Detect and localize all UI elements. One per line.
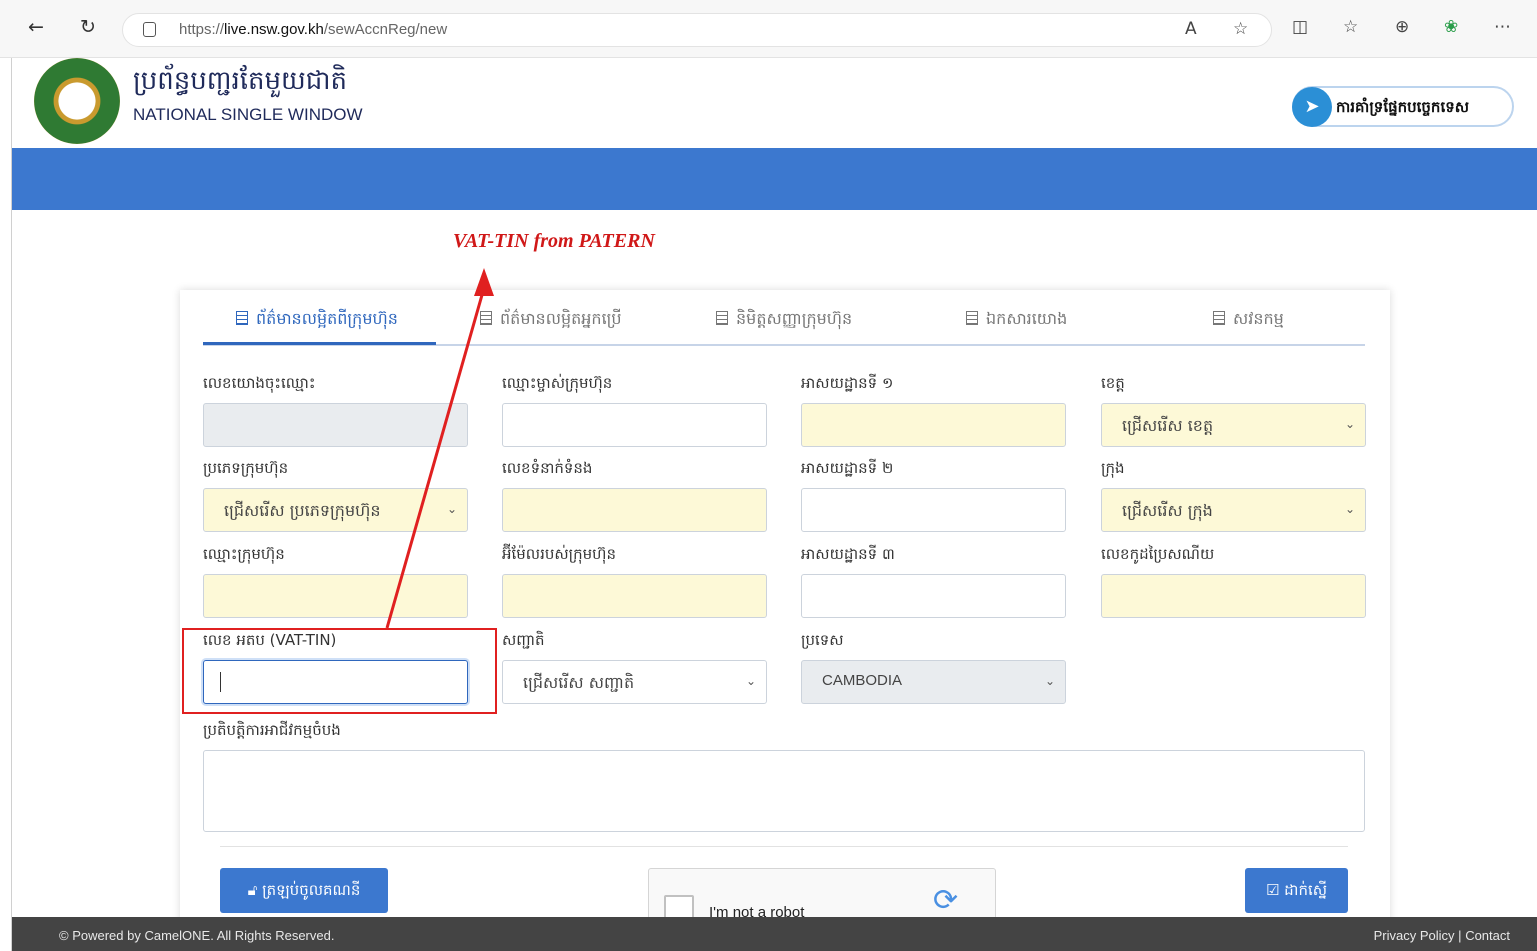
tab-reference-documents[interactable]: ឯកសារយោង [966, 308, 1067, 332]
form-icon [1213, 311, 1225, 325]
address3-input[interactable] [801, 574, 1066, 618]
refresh-icon[interactable]: ↻ [80, 16, 96, 38]
nationality-select-value: ជ្រើសរើស សញ្ជាតិ [523, 673, 635, 692]
province-label: ខេត្ត [1101, 374, 1125, 392]
back-icon[interactable]: ← [28, 16, 44, 38]
chevron-down-icon: ⌄ [1344, 502, 1355, 516]
province-select[interactable]: ជ្រើសរើស ខេត្ត ⌄ [1101, 403, 1366, 447]
brand-title-kh: ប្រព័ន្ធបញ្ជរតែមួយជាតិ [133, 66, 348, 96]
contact-number-label: លេខទំនាក់ទំនង [502, 459, 593, 477]
site-footer: © Powered by CamelONE. All Rights Reserv… [12, 917, 1537, 951]
contact-number-input[interactable] [502, 488, 767, 532]
tab-audit[interactable]: សវនកម្ម [1213, 308, 1284, 332]
lock-icon [143, 22, 156, 37]
favorite-star-icon[interactable]: ☆ [1233, 19, 1248, 39]
postal-code-input[interactable] [1101, 574, 1366, 618]
divider [220, 846, 1348, 847]
browser-toolbar: ← ↻ https://live.nsw.gov.kh/sewAccnReg/n… [0, 0, 1537, 58]
read-aloud-icon[interactable]: A [1185, 19, 1197, 39]
annotation-title: VAT-TIN from PATERN [453, 230, 655, 252]
country-select-value: CAMBODIA [822, 672, 903, 689]
active-tab-indicator [203, 342, 436, 345]
address1-input[interactable] [801, 403, 1066, 447]
company-type-select-value: ជ្រើសរើស ប្រភេទក្រុមហ៊ុន [224, 501, 381, 520]
company-type-label: ប្រភេទក្រុមហ៊ុន [203, 459, 289, 477]
tab-company-details[interactable]: ព័ត៌មានលម្អិតពីក្រុមហ៊ុន [236, 308, 398, 332]
copilot-icon[interactable]: ❀ [1444, 17, 1458, 37]
main-business-label: ប្រតិបត្តិការអាជីវកម្មចំបង [203, 721, 341, 739]
owner-name-label: ឈ្មោះម្ចាស់ក្រុមហ៊ុន [502, 374, 613, 392]
annotation-highlight-box [182, 628, 497, 714]
company-email-input[interactable] [502, 574, 767, 618]
registration-card: ព័ត៌មានលម្អិតពីក្រុមហ៊ុន ព័ត៌មានលម្អិតអ្… [180, 290, 1390, 950]
submit-label: ដាក់ស្នើ [1284, 881, 1328, 899]
company-email-label: អ៊ីម៉ែលរបស់ក្រុមហ៊ុន [502, 545, 616, 563]
submit-button[interactable]: ☑ ដាក់ស្នើ [1245, 868, 1348, 913]
window-edge [0, 58, 12, 951]
chevron-down-icon: ⌄ [745, 674, 756, 688]
site-header: ប្រព័ន្ធបញ្ជរតែមួយជាតិ NATIONAL SINGLE W… [12, 58, 1537, 148]
nationality-select[interactable]: ជ្រើសរើស សញ្ជាតិ ⌄ [502, 660, 767, 704]
recaptcha-logo-icon: ⟳ [933, 883, 959, 918]
ref-number-label: លេខយោងចុះឈ្មោះ [203, 374, 316, 392]
favorites-icon[interactable]: ☆ [1343, 17, 1358, 37]
contact-link[interactable]: Contact [1465, 928, 1510, 943]
footer-separator: | [1458, 928, 1462, 943]
unlock-icon: 🔓︎ [247, 881, 263, 899]
footer-links: Privacy Policy | Contact [1374, 928, 1510, 943]
back-to-login-button[interactable]: 🔓︎ ត្រឡប់ចូលគណនី [220, 868, 388, 913]
country-label: ប្រទេស [801, 631, 844, 649]
city-select[interactable]: ជ្រើសរើស ក្រុង ⌄ [1101, 488, 1366, 532]
address-bar[interactable]: https://live.nsw.gov.kh/sewAccnReg/new A… [122, 13, 1272, 47]
national-emblem-logo [34, 58, 120, 144]
tech-support-label: ការគាំទ្រផ្នែកបច្ចេកទេស [1336, 98, 1470, 116]
main-business-textarea[interactable] [203, 750, 1365, 832]
privacy-policy-link[interactable]: Privacy Policy [1374, 928, 1455, 943]
address1-label: អាសយដ្ឋានទី ១ [801, 374, 894, 392]
ref-number-field [203, 403, 468, 447]
form-icon [966, 311, 978, 325]
telegram-icon: ➤ [1292, 87, 1332, 127]
city-label: ក្រុង [1101, 459, 1125, 477]
company-name-label: ឈ្មោះក្រុមហ៊ុន [203, 545, 285, 563]
company-type-select[interactable]: ជ្រើសរើស ប្រភេទក្រុមហ៊ុន ⌄ [203, 488, 468, 532]
form-icon [716, 311, 728, 325]
postal-code-label: លេខកូដប្រៃសណីយ [1101, 545, 1215, 563]
chevron-down-icon: ⌄ [1344, 417, 1355, 431]
header-banner [12, 148, 1537, 210]
check-square-icon: ☑ [1265, 881, 1285, 899]
copyright-text: © Powered by CamelONE. All Rights Reserv… [59, 928, 335, 943]
chevron-down-icon: ⌄ [1044, 674, 1055, 688]
chevron-down-icon: ⌄ [446, 502, 457, 516]
address2-label: អាសយដ្ឋានទី ២ [801, 459, 894, 477]
owner-name-input[interactable] [502, 403, 767, 447]
tech-support-button[interactable]: ➤ ការគាំទ្រផ្នែកបច្ចេកទេស [1292, 86, 1514, 127]
city-select-value: ជ្រើសរើស ក្រុង [1122, 501, 1213, 520]
url-text: https://live.nsw.gov.kh/sewAccnReg/new [179, 21, 448, 38]
nationality-label: សញ្ជាតិ [502, 631, 545, 649]
brand-title-en: NATIONAL SINGLE WINDOW [133, 105, 363, 124]
country-select[interactable]: CAMBODIA ⌄ [801, 660, 1066, 704]
province-select-value: ជ្រើសរើស ខេត្ត [1122, 416, 1214, 435]
more-icon[interactable]: ⋯ [1494, 17, 1511, 37]
tab-user-details[interactable]: ព័ត៌មានលម្អិតអ្នកប្រើ [480, 308, 622, 332]
address2-input[interactable] [801, 488, 1066, 532]
form-tabs: ព័ត៌មានលម្អិតពីក្រុមហ៊ុន ព័ត៌មានលម្អិតអ្… [203, 290, 1365, 346]
company-name-input[interactable] [203, 574, 468, 618]
tab-company-logo[interactable]: និមិត្តសញ្ញាក្រុមហ៊ុន [716, 308, 852, 332]
form-icon [480, 311, 492, 325]
address3-label: អាសយដ្ឋានទី ៣ [801, 545, 895, 563]
split-screen-icon[interactable]: ◫ [1292, 17, 1308, 37]
form-icon [236, 311, 248, 325]
back-to-login-label: ត្រឡប់ចូលគណនី [262, 881, 361, 899]
collections-icon[interactable]: ⊕ [1395, 17, 1409, 37]
